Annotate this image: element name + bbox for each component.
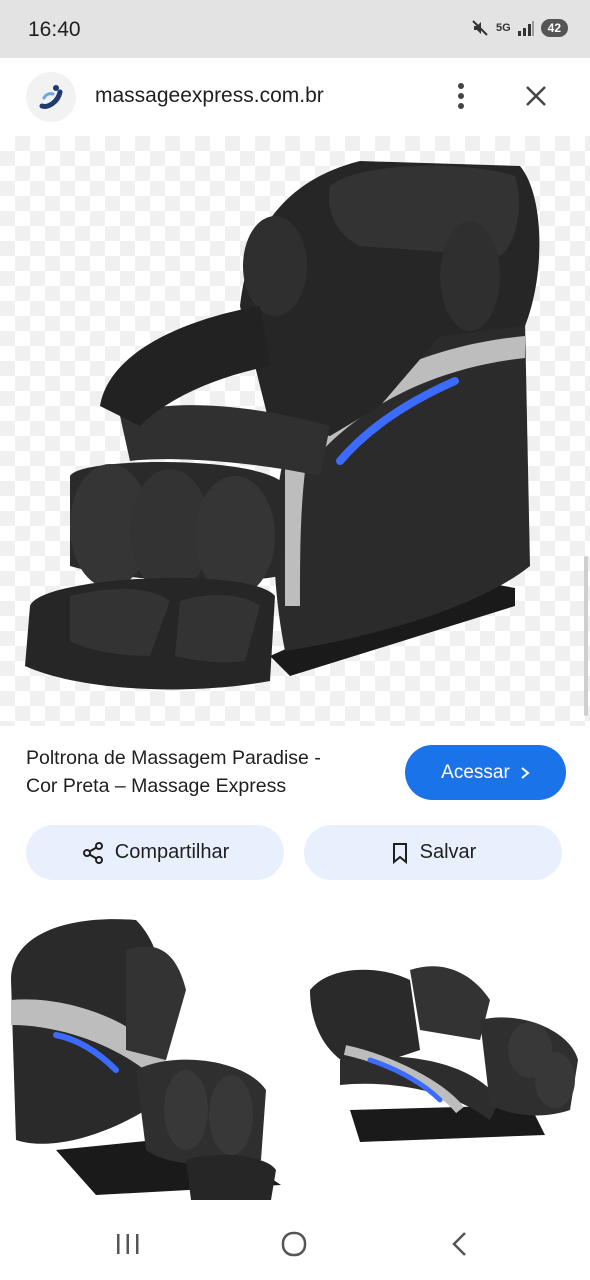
status-bar: 16:40 5G 42: [0, 0, 590, 58]
result-title[interactable]: Poltrona de Massagem Paradise - Cor Pret…: [26, 744, 386, 800]
related-chair-illustration-2: [310, 966, 578, 1142]
related-image-1[interactable]: [6, 910, 292, 1205]
share-icon: [82, 841, 103, 864]
status-time: 16:40: [28, 18, 81, 41]
home-icon: [281, 1231, 307, 1257]
status-icons: 5G 42: [470, 18, 568, 38]
share-button-label: Compartilhar: [114, 841, 230, 863]
network-5g-label: 5G: [495, 22, 511, 34]
chevron-right-icon: [521, 766, 530, 779]
back-button[interactable]: [440, 1226, 480, 1262]
related-chair-illustration-1: [11, 919, 281, 1200]
recents-icon: [117, 1234, 139, 1254]
massage-chair-illustration: [25, 161, 540, 690]
visit-button[interactable]: Acessar: [405, 745, 566, 800]
more-vert-icon: [458, 83, 464, 109]
mute-icon: [472, 20, 488, 36]
more-options-button[interactable]: [446, 78, 476, 114]
close-icon: [526, 86, 546, 106]
system-nav-bar: [0, 1208, 590, 1280]
source-header: massageexpress.com.br: [0, 58, 590, 136]
battery-indicator: 42: [540, 19, 568, 37]
site-logo-icon[interactable]: [26, 72, 76, 122]
save-button[interactable]: Salvar: [304, 825, 562, 880]
visit-button-label: Acessar: [441, 761, 510, 783]
scrollbar[interactable]: [584, 556, 588, 716]
back-icon: [452, 1232, 466, 1256]
home-button[interactable]: [274, 1226, 314, 1262]
main-product-image[interactable]: [0, 136, 590, 726]
save-button-label: Salvar: [419, 841, 477, 863]
result-title-line2: Cor Preta – Massage Express: [26, 775, 287, 797]
site-domain-link[interactable]: massageexpress.com.br: [95, 84, 324, 108]
close-button[interactable]: [518, 78, 554, 114]
recents-button[interactable]: [108, 1226, 148, 1262]
bookmark-icon: [392, 842, 407, 864]
share-button[interactable]: Compartilhar: [26, 825, 284, 880]
result-title-line1: Poltrona de Massagem Paradise -: [26, 747, 321, 769]
signal-icon: [517, 21, 534, 36]
related-image-2[interactable]: [300, 910, 584, 1205]
